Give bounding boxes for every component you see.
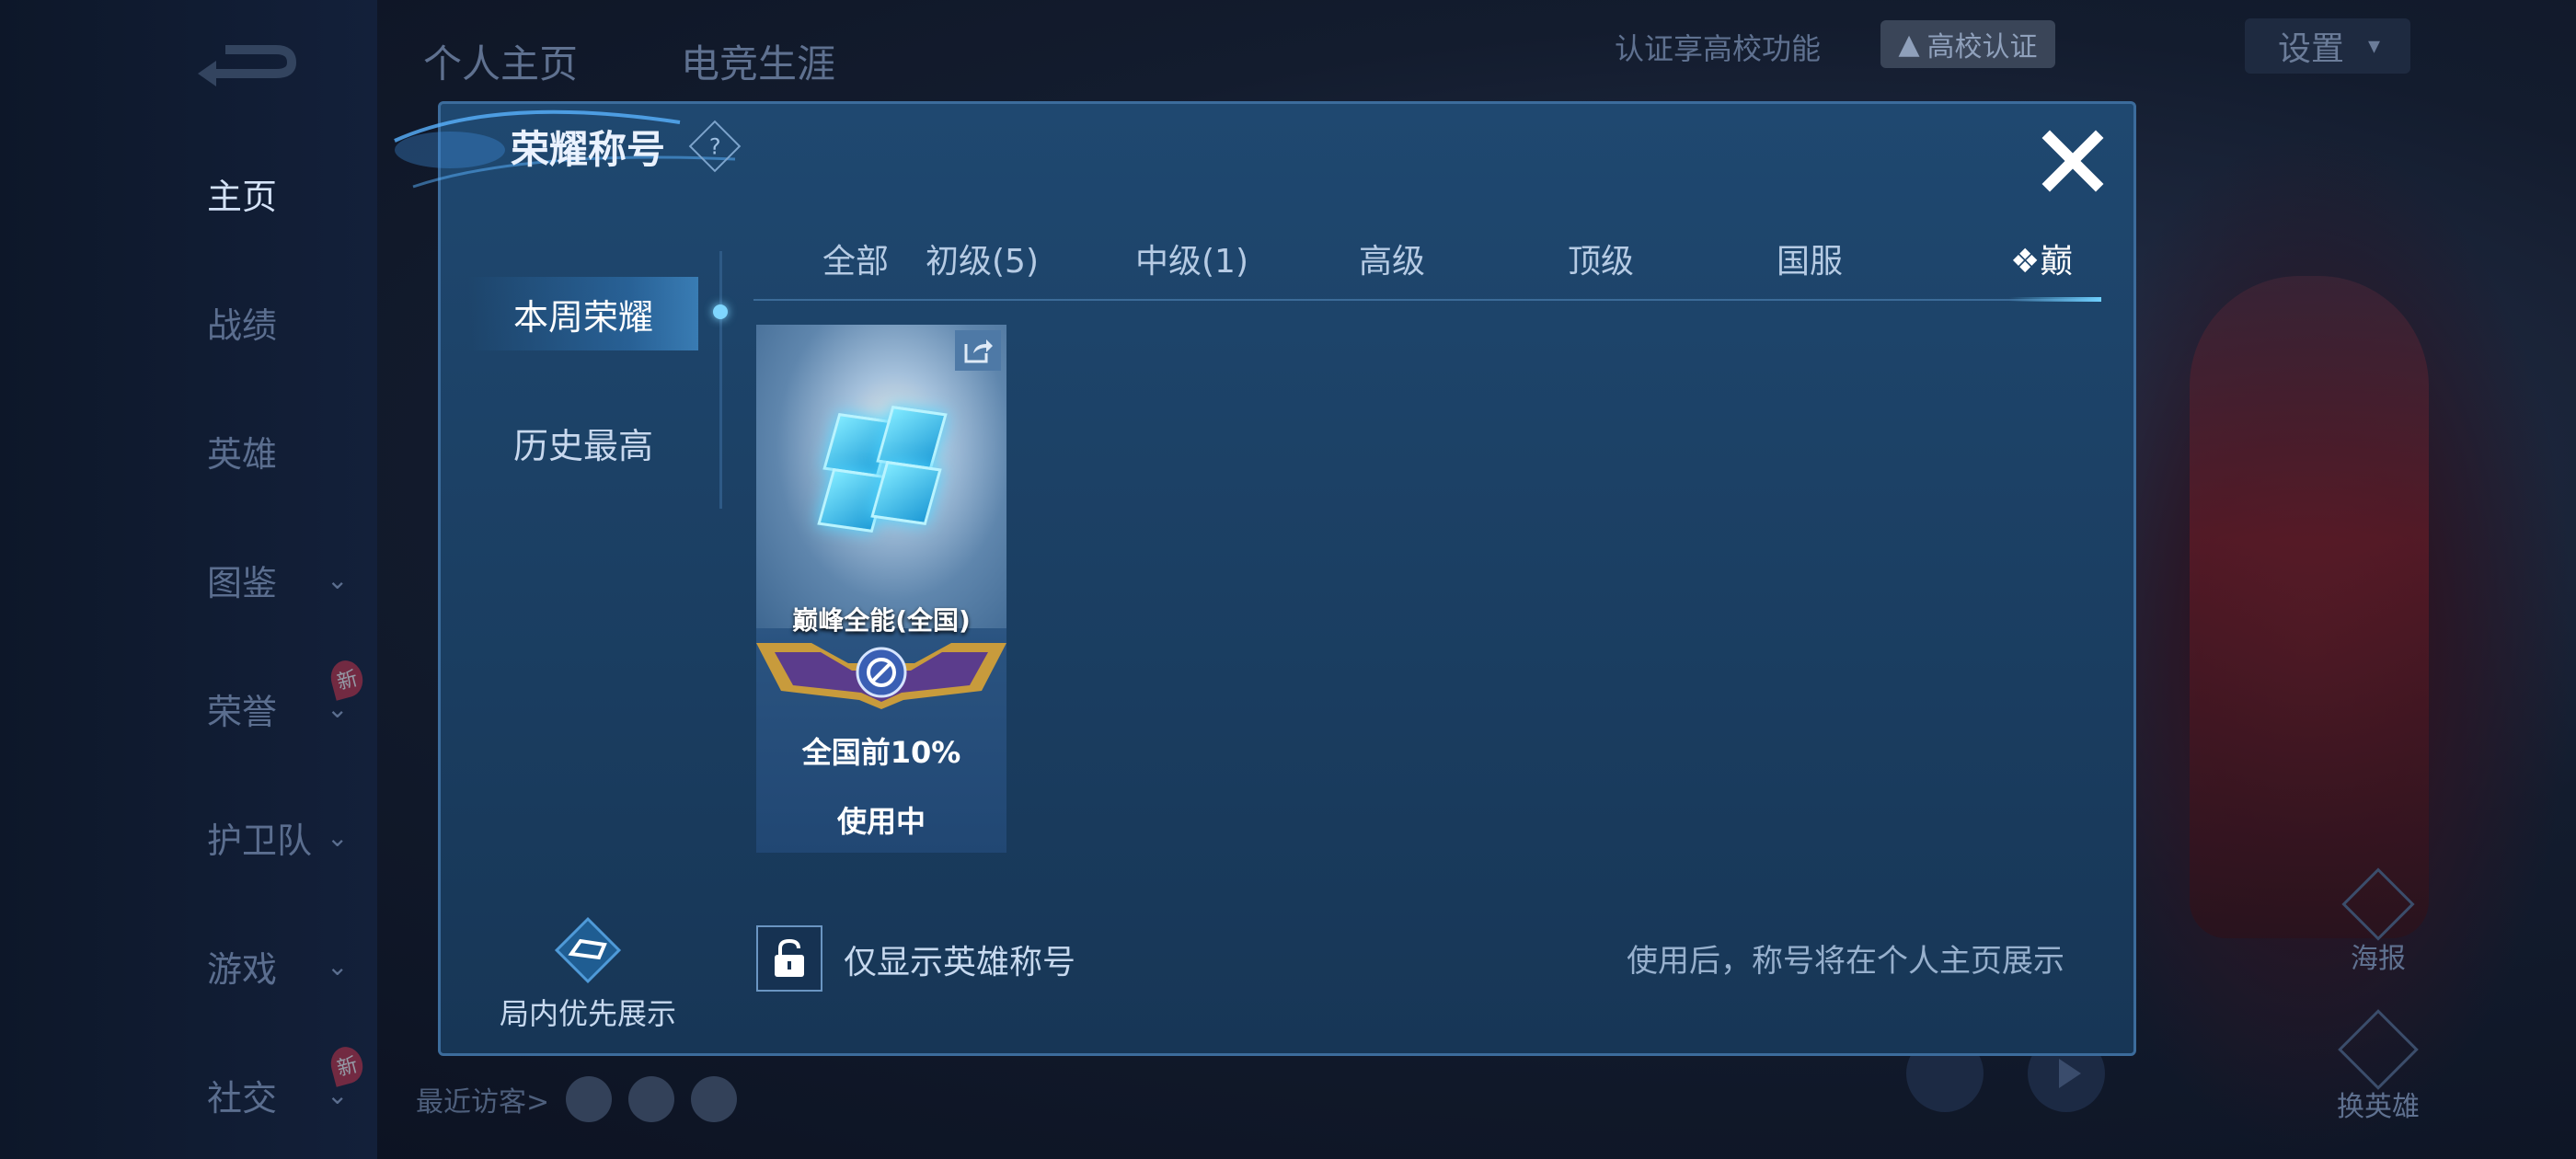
chevron-down-icon: ⌄ bbox=[327, 564, 349, 595]
swap-hero-button[interactable]: 换英雄 bbox=[2318, 1009, 2438, 1124]
category-tabs: 全部 初级(5) 中级(1) 高级 顶级 国服 ❖巅 bbox=[753, 225, 2101, 302]
poster-button[interactable]: 海报 bbox=[2337, 867, 2420, 976]
tab-esports-career[interactable]: 电竞生涯 bbox=[681, 33, 835, 89]
side-tab-label: 历史最高 bbox=[512, 425, 653, 466]
swap-hero-label: 换英雄 bbox=[2337, 1091, 2420, 1123]
hero-title-toggle[interactable] bbox=[756, 925, 822, 992]
chevron-down-icon: ▾ bbox=[2368, 32, 2381, 60]
recent-visitors-label: 最近访客> bbox=[416, 1086, 550, 1119]
poster-icon bbox=[2341, 867, 2415, 941]
tab-peak[interactable]: ❖巅 bbox=[2010, 235, 2073, 282]
side-tab-history-best[interactable]: 历史最高 bbox=[468, 406, 698, 479]
side-tab-label: 本周荣耀 bbox=[512, 296, 653, 338]
title-card[interactable]: 巅峰全能(全国) 全国前10% 使用中 bbox=[756, 325, 1006, 853]
lock-icon bbox=[775, 938, 804, 977]
modal-title: 荣耀称号 bbox=[511, 127, 666, 172]
nav-item-label: 主页 bbox=[207, 176, 278, 217]
in-game-priority-icon[interactable] bbox=[551, 913, 625, 987]
in-game-priority-label[interactable]: 局内优先展示 bbox=[496, 991, 680, 1033]
settings-button[interactable]: 设置 ▾ bbox=[2245, 18, 2410, 74]
back-arrow-icon[interactable] bbox=[189, 37, 299, 92]
nav-item[interactable]: 游戏 ⌄ bbox=[156, 938, 348, 993]
close-button[interactable] bbox=[2038, 126, 2108, 196]
title-name: 巅峰全能(全国) bbox=[792, 605, 971, 636]
nav-item-label: 图鉴 bbox=[207, 562, 278, 603]
nav-item[interactable]: 护卫队 ⌄ bbox=[156, 809, 348, 865]
tab-national-server[interactable]: 国服 bbox=[1777, 235, 1843, 282]
nav-item-label: 游戏 bbox=[207, 948, 278, 990]
visitor-avatar[interactable] bbox=[691, 1076, 738, 1122]
poster-label: 海报 bbox=[2351, 943, 2406, 975]
nav-item[interactable]: 图鉴 ⌄ bbox=[156, 552, 348, 607]
rank-badge-icon bbox=[756, 643, 1006, 709]
tab-all[interactable]: 全部 bbox=[822, 235, 889, 282]
tab-personal-home[interactable]: 个人主页 bbox=[423, 33, 578, 89]
building-icon: ▲ bbox=[1898, 28, 1920, 61]
usage-hint: 使用后，称号将在个人主页展示 bbox=[1627, 943, 2064, 980]
nav-item-label: 荣誉 bbox=[207, 691, 278, 732]
swap-hero-icon bbox=[2338, 1009, 2419, 1090]
nav-item[interactable]: 社交 ⌄ bbox=[156, 1067, 348, 1122]
nav-item[interactable]: 英雄 bbox=[156, 423, 331, 478]
title-rank: 全国前10% bbox=[801, 735, 961, 770]
side-tab-rail bbox=[719, 251, 722, 509]
close-x-icon bbox=[2041, 130, 2104, 192]
honor-title-modal: 荣耀称号 ? 本周荣耀 历史最高 全部 初级(5) 中级(1) 高级 顶级 国服… bbox=[394, 101, 2136, 1056]
chevron-down-icon: ⌄ bbox=[327, 950, 349, 981]
nav-item[interactable]: 主页 bbox=[156, 166, 331, 221]
nav-item[interactable]: 战绩 bbox=[156, 294, 331, 350]
uni-cert-button[interactable]: ▲ 高校认证 bbox=[1880, 20, 2055, 68]
tab-beginner[interactable]: 初级(5) bbox=[926, 235, 1039, 282]
hero-title-toggle-label[interactable]: 仅显示英雄称号 bbox=[844, 935, 1075, 983]
uni-cert-label: 高校认证 bbox=[1926, 31, 2038, 63]
recent-visitors[interactable]: 最近访客> bbox=[416, 1076, 738, 1122]
tab-top[interactable]: 顶级 bbox=[1568, 235, 1634, 282]
nav-item-label: 护卫队 bbox=[207, 820, 313, 861]
side-tab-this-week[interactable]: 本周荣耀 bbox=[468, 277, 698, 350]
cert-promo-text[interactable]: 认证享高校功能 bbox=[1615, 26, 1821, 68]
nav-item-label: 英雄 bbox=[207, 433, 278, 475]
active-tab-underline bbox=[2009, 297, 2101, 302]
nav-item-label: 战绩 bbox=[207, 304, 278, 346]
title-status: 使用中 bbox=[836, 804, 926, 839]
visitor-avatar[interactable] bbox=[566, 1076, 613, 1122]
visitor-avatar[interactable] bbox=[628, 1076, 675, 1122]
tab-advanced[interactable]: 高级 bbox=[1359, 235, 1425, 282]
hero-figure-image bbox=[2190, 276, 2429, 938]
question-diamond-icon[interactable]: ? bbox=[688, 120, 742, 173]
nav-item[interactable]: 荣誉 ⌄ bbox=[156, 681, 348, 736]
tab-intermediate[interactable]: 中级(1) bbox=[1135, 235, 1248, 282]
chevron-down-icon: ⌄ bbox=[327, 821, 349, 853]
side-tab-indicator bbox=[713, 304, 728, 319]
share-icon[interactable] bbox=[955, 330, 1001, 371]
nav-item-label: 社交 bbox=[207, 1077, 278, 1119]
settings-label: 设置 bbox=[2278, 30, 2345, 68]
